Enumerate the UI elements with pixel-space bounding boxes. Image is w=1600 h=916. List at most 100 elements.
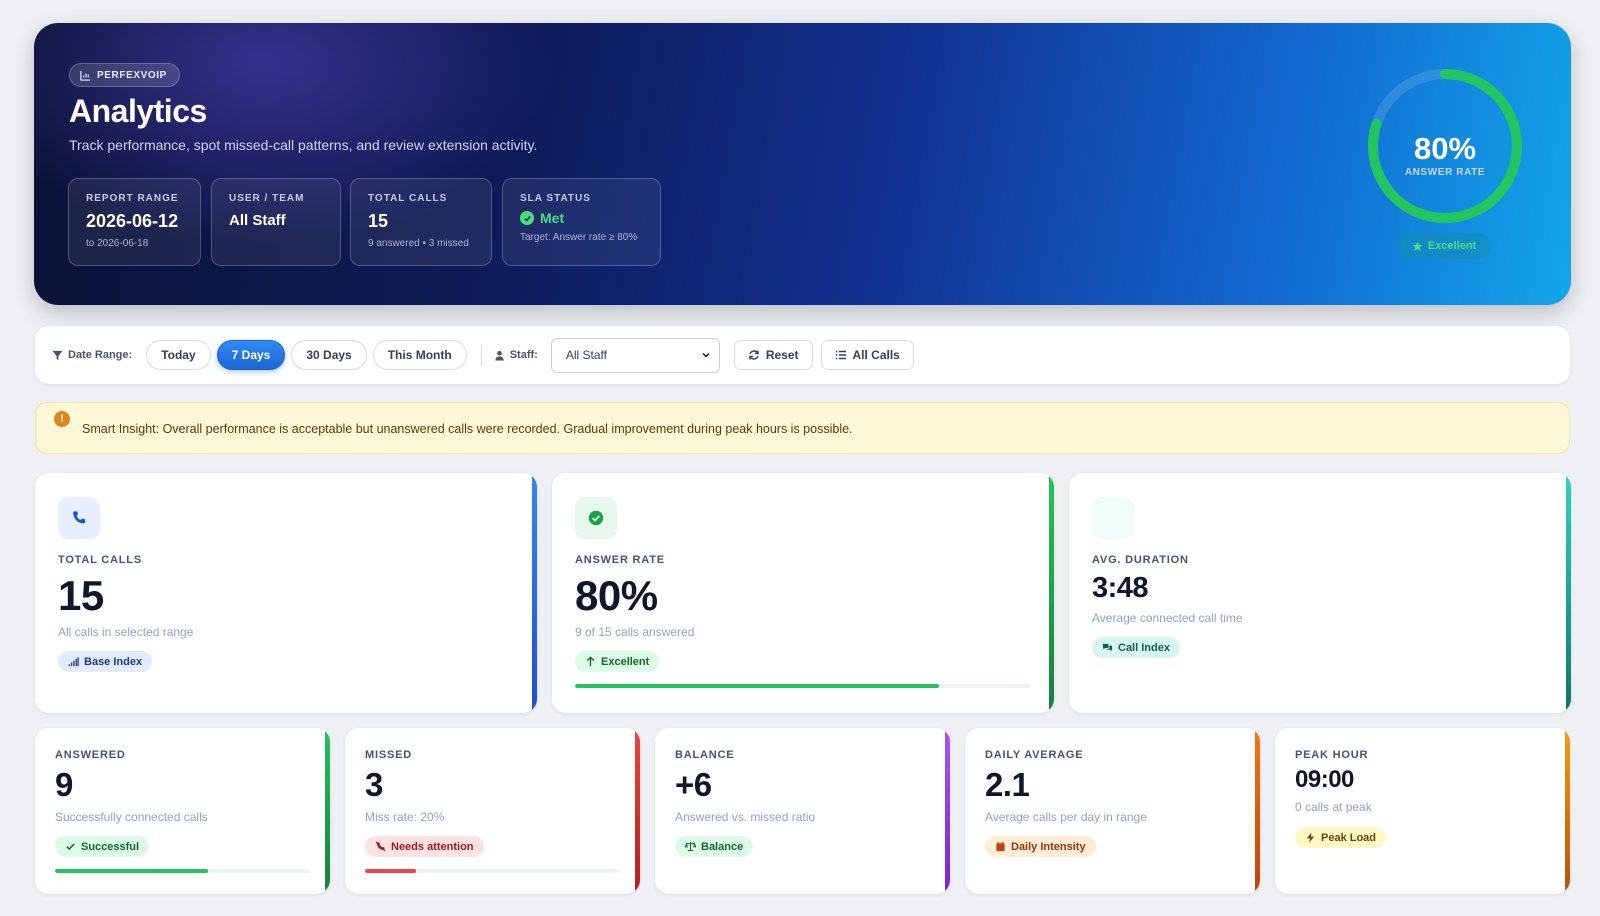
- staff-label-text: Staff:: [509, 349, 538, 361]
- peak-hour-label: PEAK HOUR: [1295, 749, 1369, 761]
- brand-name: PERFEXVOIP: [97, 69, 167, 81]
- range-chip-7-days[interactable]: 7 Days: [216, 340, 286, 370]
- answered-card: ANSWERED 9 Successfully connected calls …: [35, 728, 330, 894]
- sla-status-card: SLA STATUS Met Target: Answer rate ≥ 80%: [502, 178, 661, 266]
- range-chip-this-month[interactable]: This Month: [372, 340, 467, 370]
- answer-rate-note: 9 of 15 calls answered: [575, 625, 695, 639]
- staff-select-value: All Staff: [565, 348, 607, 362]
- answered-progress-fill: [55, 869, 208, 873]
- filter-divider: [480, 344, 482, 366]
- answered-label: ANSWERED: [55, 749, 126, 761]
- chat-bubbles-icon: [1102, 643, 1113, 652]
- base-index-badge: Base Index: [58, 651, 153, 672]
- missed-value: 3: [365, 766, 383, 803]
- peak-hour-value: 09:00: [1295, 766, 1354, 793]
- excellent-badge: Excellent: [575, 651, 660, 672]
- answer-rate-progress: [575, 684, 1030, 688]
- missed-card: MISSED 3 Miss rate: 20% Needs attention: [345, 728, 640, 894]
- scale-icon: [685, 841, 696, 852]
- sla-status-value: Met: [520, 210, 643, 226]
- range-chip-30-days[interactable]: 30 Days: [291, 340, 367, 370]
- report-range-label: REPORT RANGE: [86, 193, 179, 204]
- avg-duration-card: AVG. DURATION 3:48 Average connected cal…: [1069, 473, 1571, 713]
- daily-average-note: Average calls per day in range: [985, 810, 1147, 824]
- answered-note: Successfully connected calls: [55, 810, 208, 824]
- check-icon: [66, 843, 75, 851]
- list-icon: [835, 350, 846, 360]
- answered-progress: [55, 869, 310, 873]
- missed-progress: [365, 869, 620, 873]
- daily-intensity-badge-text: Daily Intensity: [1011, 840, 1086, 853]
- page-title: Analytics: [69, 93, 207, 129]
- page-subtitle: Track performance, spot missed-call patt…: [69, 137, 538, 153]
- reset-button[interactable]: Reset: [733, 340, 813, 370]
- filter-bar: Date Range: Today 7 Days 30 Days This Mo…: [35, 326, 1570, 384]
- balance-badge-text: Balance: [701, 840, 744, 853]
- smart-insight-banner: ! Smart Insight: Overall performance is …: [35, 402, 1570, 454]
- avg-duration-value: 3:48: [1092, 572, 1149, 604]
- total-calls-label: TOTAL CALLS: [58, 554, 142, 566]
- missed-progress-fill: [365, 869, 416, 873]
- smart-insight-text: Smart Insight: Overall performance is ac…: [82, 422, 853, 436]
- all-calls-button-label: All Calls: [852, 348, 900, 362]
- total-calls-stat-value: 15: [368, 211, 389, 231]
- analytics-hero: PERFEXVOIP Analytics Track performance, …: [34, 23, 1571, 305]
- card-accent: [325, 728, 330, 894]
- brand-pill: PERFEXVOIP: [69, 63, 180, 87]
- answer-rate-ring-value: 80%: [1413, 131, 1477, 166]
- clock-icon: [1092, 497, 1134, 539]
- peak-hour-card: PEAK HOUR 09:00 0 calls at peak Peak Loa…: [1275, 728, 1570, 894]
- star-icon: [1412, 241, 1423, 251]
- reset-button-label: Reset: [765, 348, 799, 362]
- exclamation-icon: !: [54, 411, 70, 427]
- all-calls-button[interactable]: All Calls: [820, 340, 914, 370]
- missed-note: Miss rate: 20%: [365, 810, 445, 824]
- answer-rate-ring-label: ANSWER RATE: [1404, 167, 1486, 178]
- total-calls-stat-note: 9 answered • 3 missed: [368, 238, 469, 249]
- daily-average-value: 2.1: [985, 766, 1030, 803]
- avg-duration-note: Average connected call time: [1092, 611, 1243, 625]
- answer-rate-ring: 80% ANSWER RATE: [1364, 65, 1526, 227]
- daily-average-label: DAILY AVERAGE: [985, 749, 1084, 761]
- user-team-label: USER / TEAM: [229, 193, 305, 204]
- report-range-note: to 2026-06-18: [86, 238, 149, 249]
- excellent-pill-text: Excellent: [1427, 240, 1477, 252]
- call-index-badge-text: Call Index: [1118, 641, 1170, 654]
- chart-icon: [80, 70, 91, 81]
- card-accent: [1049, 473, 1054, 713]
- peak-load-badge-text: Peak Load: [1321, 831, 1377, 844]
- user-team-value: All Staff: [229, 212, 286, 229]
- answer-rate-progress-fill: [575, 684, 939, 688]
- check-circle-icon: [575, 497, 617, 539]
- staff-label: Staff:: [494, 349, 538, 361]
- successful-badge-text: Successful: [81, 840, 140, 853]
- date-range-chips: Today 7 Days 30 Days This Month: [146, 340, 467, 370]
- staff-select[interactable]: All Staff: [550, 337, 720, 373]
- arrow-up-icon: [586, 656, 595, 667]
- signal-bars-icon: [68, 657, 79, 667]
- excellent-badge-text: Excellent: [601, 655, 650, 668]
- daily-intensity-badge: Daily Intensity: [985, 836, 1096, 857]
- base-index-badge-text: Base Index: [84, 655, 143, 668]
- balance-value: +6: [675, 766, 712, 803]
- peak-load-badge: Peak Load: [1295, 827, 1387, 848]
- avg-duration-label: AVG. DURATION: [1092, 554, 1189, 566]
- excellent-pill: Excellent: [1397, 233, 1491, 259]
- total-calls-value: 15: [58, 572, 104, 619]
- filter-icon: [52, 350, 63, 360]
- total-calls-stat-card: TOTAL CALLS 15 9 answered • 3 missed: [350, 178, 492, 266]
- answered-value: 9: [55, 766, 73, 803]
- answer-rate-label: ANSWER RATE: [575, 554, 665, 566]
- needs-attention-badge: Needs attention: [365, 836, 484, 857]
- total-calls-card: TOTAL CALLS 15 All calls in selected ran…: [35, 473, 537, 713]
- phone-icon: [58, 497, 100, 539]
- range-chip-today[interactable]: Today: [146, 340, 211, 370]
- card-accent: [532, 473, 537, 713]
- balance-label: BALANCE: [675, 749, 735, 761]
- successful-badge: Successful: [55, 836, 150, 857]
- call-index-badge: Call Index: [1092, 637, 1180, 658]
- date-range-label-text: Date Range:: [68, 349, 133, 361]
- user-icon: [495, 350, 504, 361]
- balance-badge: Balance: [675, 836, 754, 857]
- refresh-icon: [749, 350, 759, 360]
